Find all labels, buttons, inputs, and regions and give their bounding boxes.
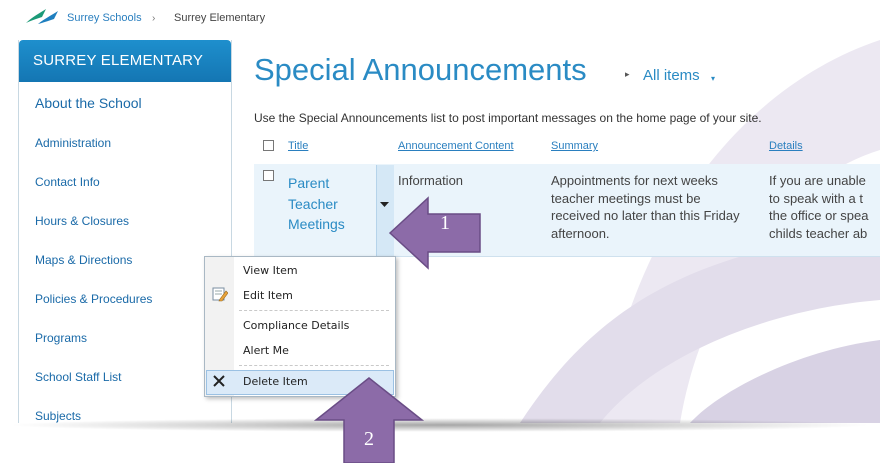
- view-dropdown-icon[interactable]: ▾: [711, 74, 715, 83]
- breadcrumb-current: Surrey Elementary: [174, 12, 266, 24]
- details-cell: If you are unable to speak with a t the …: [769, 173, 869, 241]
- callout-arrow-1-icon: [388, 196, 481, 270]
- menu-separator: [239, 310, 389, 311]
- callout-number-2: 2: [364, 428, 374, 450]
- column-header-announcement-content[interactable]: Announcement Content: [398, 140, 514, 152]
- menu-item-alert-me[interactable]: Alert Me: [243, 344, 289, 357]
- edit-item-icon: [212, 287, 228, 302]
- sidebar-item-policies-procedures[interactable]: Policies & Procedures: [19, 280, 231, 319]
- menu-item-compliance-details[interactable]: Compliance Details: [243, 319, 349, 332]
- top-bar: Surrey Schools › Surrey Elementary: [0, 0, 880, 38]
- menu-separator: [239, 365, 389, 366]
- sidebar-heading[interactable]: SURREY ELEMENTARY: [19, 40, 231, 82]
- column-header-title[interactable]: Title: [288, 140, 308, 152]
- sidebar-item-school-staff-list[interactable]: School Staff List: [19, 358, 231, 397]
- row-checkbox[interactable]: [263, 170, 274, 181]
- quick-launch-sidebar: SURREY ELEMENTARY About the School Admin…: [18, 40, 232, 423]
- delete-icon: [213, 375, 225, 387]
- summary-cell: Appointments for next weeks teacher meet…: [551, 173, 740, 241]
- menu-item-edit-item[interactable]: Edit Item: [243, 289, 293, 302]
- menu-item-delete-item[interactable]: Delete Item: [243, 375, 308, 388]
- callout-number-1: 1: [440, 212, 450, 234]
- sidebar-item-contact-info[interactable]: Contact Info: [19, 163, 231, 202]
- sidebar-item-hours-closures[interactable]: Hours & Closures: [19, 202, 231, 241]
- view-selector[interactable]: All items: [643, 67, 700, 84]
- breadcrumb-separator: ›: [152, 13, 156, 24]
- sidebar-item-administration[interactable]: Administration: [19, 124, 231, 163]
- column-header-summary[interactable]: Summary: [551, 140, 598, 152]
- column-header-details[interactable]: Details: [769, 140, 803, 152]
- screenshot-frame: Surrey Schools › Surrey Elementary SURRE…: [0, 0, 880, 423]
- sidebar-item-maps-directions[interactable]: Maps & Directions: [19, 241, 231, 280]
- item-title-link[interactable]: Parent Teacher Meetings: [288, 173, 368, 235]
- menu-item-view-item[interactable]: View Item: [243, 264, 298, 277]
- list-description: Use the Special Announcements list to po…: [254, 111, 762, 125]
- announcement-content-cell: Information: [398, 173, 464, 188]
- frame-shadow: [6, 418, 874, 432]
- view-arrow-icon: ▸: [625, 69, 630, 79]
- breadcrumb-site-link[interactable]: Surrey Schools: [67, 12, 142, 24]
- page-title: Special Announcements: [254, 52, 587, 87]
- sidebar-item-about[interactable]: About the School: [19, 82, 231, 124]
- sidebar-item-programs[interactable]: Programs: [19, 319, 231, 358]
- site-logo-icon: [26, 9, 58, 24]
- select-all-checkbox[interactable]: [263, 140, 274, 151]
